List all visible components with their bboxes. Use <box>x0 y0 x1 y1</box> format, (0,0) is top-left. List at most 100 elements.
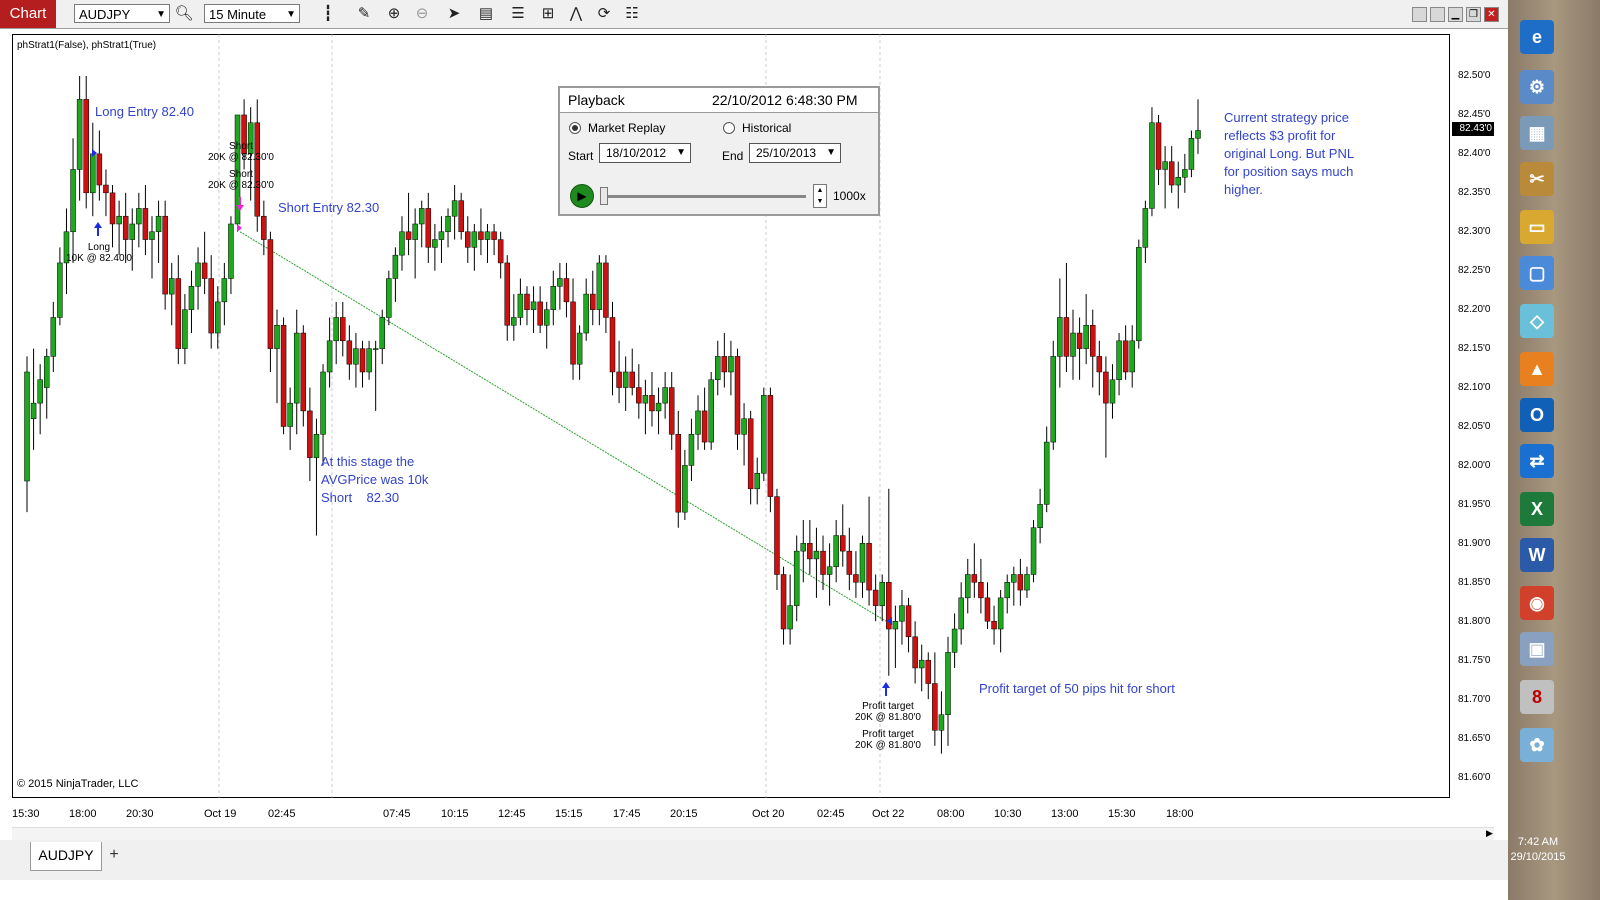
file-explorer-icon[interactable]: ▭ <box>1520 210 1554 244</box>
strategy-icon[interactable]: ⊞ <box>538 4 558 24</box>
search-icon[interactable]: 🔍︎ <box>174 4 194 24</box>
candle-body <box>1122 340 1129 373</box>
candle-body <box>675 434 682 513</box>
candle-body <box>103 184 109 194</box>
tools-icon[interactable]: ✂ <box>1520 162 1554 196</box>
zoom-out-icon[interactable]: ⊖ <box>412 4 432 24</box>
window-option-button-2[interactable] <box>1430 7 1445 22</box>
candle-body <box>1017 574 1024 591</box>
chrome-icon[interactable]: ◉ <box>1520 586 1554 620</box>
market-replay-label: Market Replay <box>588 121 666 135</box>
candle-body <box>905 605 912 638</box>
cursor-icon[interactable]: ➤ <box>444 4 464 24</box>
candle-body <box>445 215 451 233</box>
minimize-button[interactable]: ▁ <box>1448 7 1463 22</box>
calculator-icon[interactable]: ▦ <box>1520 116 1554 150</box>
interval-select[interactable]: 15 Minute ▼ <box>204 4 300 23</box>
indicator-icon[interactable]: ⋀ <box>566 4 586 24</box>
candle-body <box>366 348 372 373</box>
candle-body <box>800 543 807 552</box>
chevron-down-icon: ▼ <box>826 147 836 158</box>
excel-icon[interactable]: X <box>1520 492 1554 526</box>
candle-body <box>642 395 649 404</box>
candle-body <box>37 379 43 404</box>
candle-body <box>228 223 234 279</box>
vlc-icon[interactable]: ▲ <box>1520 352 1554 386</box>
candle-body <box>313 434 320 458</box>
time-tick-label: 12:45 <box>498 808 526 820</box>
candle-body <box>840 535 846 552</box>
window-option-button[interactable] <box>1412 7 1427 22</box>
market-replay-radio[interactable] <box>569 122 581 134</box>
candle-body <box>346 340 353 365</box>
tab-audjpy[interactable]: AUDJPY <box>30 842 102 871</box>
restore-button[interactable]: ❐ <box>1466 7 1481 22</box>
pencil-icon[interactable]: ✎ <box>354 4 374 24</box>
instrument-select[interactable]: AUDJPY ▼ <box>74 4 170 23</box>
candle-body <box>728 356 734 373</box>
properties-icon[interactable]: ☰ <box>508 4 528 24</box>
candle-body <box>853 574 859 583</box>
price-tick-label: 81.95'0 <box>1458 499 1491 510</box>
historical-radio[interactable] <box>723 122 735 134</box>
candle-body <box>168 278 175 295</box>
instrument-value: AUDJPY <box>79 7 131 22</box>
cube-icon[interactable]: ◇ <box>1520 304 1554 338</box>
candle-body <box>879 582 885 606</box>
playback-header: Playback 22/10/2012 6:48:30 PM <box>560 88 878 113</box>
monitor-icon[interactable]: ▣ <box>1520 632 1554 666</box>
candle-body <box>504 262 510 326</box>
candle-body <box>136 208 142 225</box>
candle-body <box>1116 340 1122 381</box>
candle-body <box>1103 371 1109 404</box>
add-tab-button[interactable]: + <box>106 846 122 864</box>
marker-line: Profit target <box>862 701 914 712</box>
close-button[interactable]: ✕ <box>1484 7 1499 22</box>
candle-body <box>215 301 221 334</box>
candle-body <box>1168 161 1175 186</box>
candle-body <box>353 348 359 365</box>
reload-icon[interactable]: ⟳ <box>594 4 614 24</box>
outlook-icon[interactable]: O <box>1520 398 1554 432</box>
zoom-in-icon[interactable]: ⊕ <box>384 4 404 24</box>
network-icon[interactable]: ⚙ <box>1520 70 1554 104</box>
candle-body <box>537 301 543 326</box>
candle-body <box>478 231 484 240</box>
internet-explorer-icon[interactable]: e <box>1520 20 1554 54</box>
candle-body <box>682 465 688 513</box>
candle-body <box>162 215 168 295</box>
marker-line: 20K @ 81.80'0 <box>855 712 921 723</box>
candle-body <box>43 356 50 388</box>
horizontal-scrollbar[interactable] <box>12 827 1494 840</box>
start-date-value: 18/10/2012 <box>606 146 667 160</box>
speed-value: 1000x <box>833 189 866 203</box>
speed-slider-track[interactable] <box>602 195 806 198</box>
data-box-icon[interactable]: ▤ <box>476 4 496 24</box>
candle-body <box>195 262 201 287</box>
paint-icon[interactable]: ✿ <box>1520 728 1554 762</box>
bar-type-icon[interactable]: ┇ <box>318 4 338 24</box>
start-date-select[interactable]: 18/10/2012 ▼ <box>599 143 691 163</box>
candle-body <box>129 223 136 240</box>
menu-icon[interactable]: ☷ <box>622 4 642 24</box>
candle-body <box>636 387 642 404</box>
ninjatrader-icon[interactable]: 8 <box>1520 680 1554 714</box>
scroll-right-icon[interactable]: ▶ <box>1486 828 1493 839</box>
candle-body <box>122 215 129 240</box>
teamviewer-icon[interactable]: ⇄ <box>1520 444 1554 478</box>
candle-body <box>1182 169 1188 178</box>
annotation-avg-line: Short 82.30 <box>321 490 400 505</box>
speed-stepper[interactable]: ▲ ▼ <box>813 184 827 208</box>
play-button[interactable]: ▶ <box>570 184 594 208</box>
chart-title-tab[interactable]: Chart <box>0 0 56 28</box>
candle-body <box>96 153 103 186</box>
candle-body <box>1136 247 1142 342</box>
end-date-select[interactable]: 25/10/2013 ▼ <box>749 143 841 163</box>
system-clock[interactable]: 7:42 AM 29/10/2015 <box>1508 835 1568 865</box>
candle-body <box>629 371 635 388</box>
word-icon[interactable]: W <box>1520 538 1554 572</box>
window-icon[interactable]: ▢ <box>1520 256 1554 290</box>
time-tick-label: 02:45 <box>268 808 296 820</box>
short-entry-marker-2: Short 20K @ 82.30'0 <box>206 169 276 191</box>
speed-slider-thumb[interactable] <box>600 187 608 205</box>
